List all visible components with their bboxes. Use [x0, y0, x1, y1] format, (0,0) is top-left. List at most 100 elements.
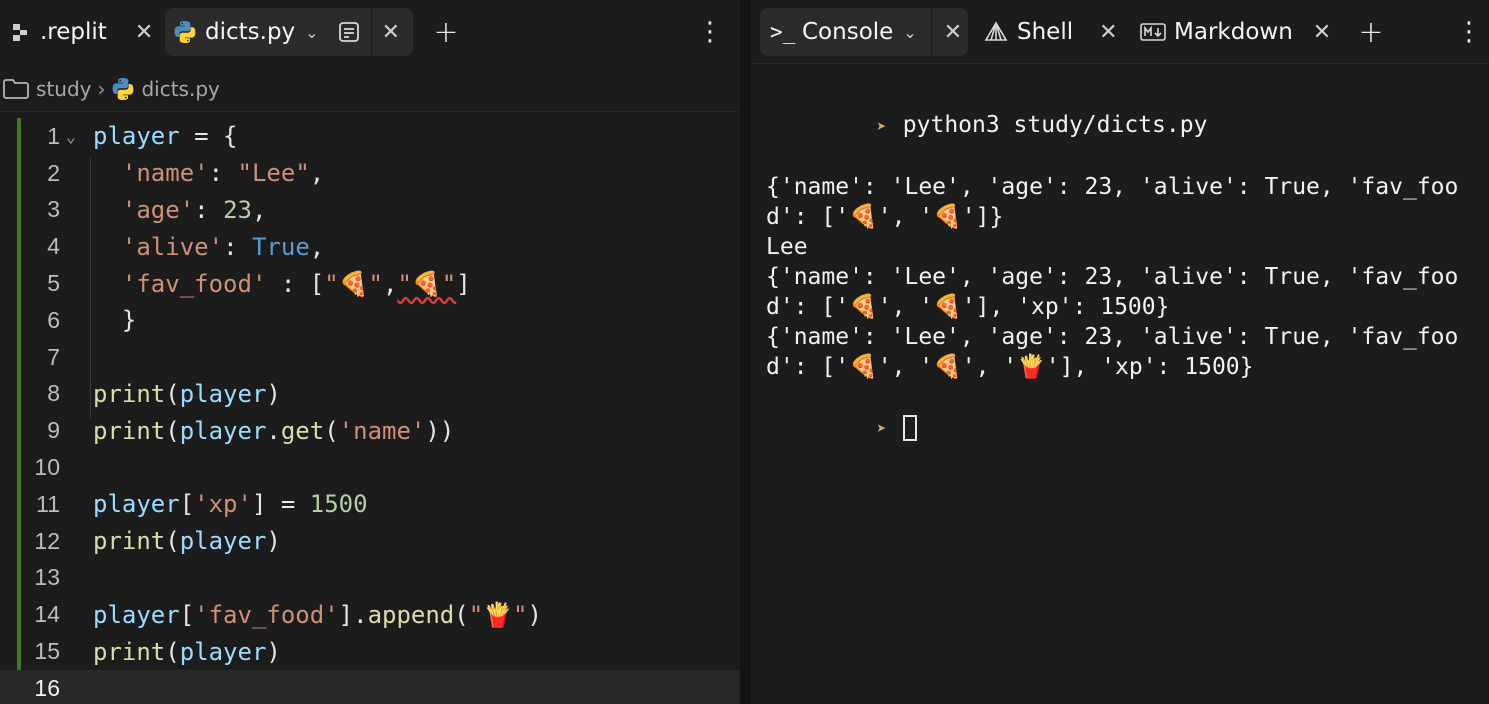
code-token: 'alive' — [121, 232, 224, 261]
code-line[interactable]: 11 player['xp'] = 1500 — [0, 486, 740, 523]
code-token: [ — [179, 490, 195, 519]
code-line[interactable]: 10 — [0, 449, 740, 486]
code-text: } — [93, 306, 136, 334]
code-token: get — [280, 416, 325, 445]
code-text: 'fav_food' : ["🍕","🍕"] — [93, 270, 471, 298]
breadcrumb-folder[interactable]: study — [36, 77, 91, 101]
line-number: 7 — [47, 343, 60, 370]
console-output-line: d': ['🍕', '🍕', '🍟'], 'xp': 1500} — [766, 354, 1254, 380]
code-line[interactable]: 12 print(player) — [0, 523, 740, 560]
close-icon[interactable]: ✕ — [1099, 20, 1117, 45]
console-output-lines: {'name': 'Lee', 'age': 23, 'alive': True… — [766, 172, 1471, 382]
line-number: 6 — [47, 306, 60, 333]
code-editor[interactable]: 1 ⌄ player = {2 'name': "Lee", 3 'age': 23,… — [0, 118, 740, 704]
tab-dicts-py[interactable]: dicts.py ⌄ ✕ — [165, 8, 413, 56]
code-line[interactable]: 15 print(player) — [0, 633, 740, 670]
code-line[interactable]: 1 ⌄ player = { — [0, 118, 740, 155]
code-token: ] = — [251, 490, 310, 519]
code-token: ) — [266, 527, 281, 556]
tab-label: Shell — [1017, 19, 1074, 45]
code-token: , — [382, 269, 398, 298]
chevron-down-icon[interactable]: ⌄ — [305, 23, 318, 42]
code-text: player['xp'] = 1500 — [93, 490, 368, 518]
tab-label: .replit — [40, 19, 107, 45]
text-cursor — [902, 414, 917, 441]
code-token: , — [309, 159, 325, 188]
code-line[interactable]: 2 'name': "Lee", — [0, 155, 740, 192]
tab-label: Console — [802, 19, 894, 45]
console-output-line: {'name': 'Lee', 'age': 23, 'alive': True… — [766, 174, 1459, 200]
code-token: } — [93, 306, 137, 335]
more-options-icon[interactable]: ⋮ — [696, 16, 724, 48]
more-options-icon[interactable]: ⋮ — [1455, 16, 1483, 48]
code-line[interactable]: 4 'alive': True, — [0, 228, 740, 265]
code-token: print — [93, 416, 166, 445]
folder-icon — [2, 77, 30, 101]
python-icon — [173, 20, 205, 44]
line-number: 13 — [34, 564, 60, 591]
code-token: 23 — [223, 195, 252, 224]
code-token: ( — [165, 416, 180, 445]
code-token: "🍕" — [324, 269, 383, 298]
code-line[interactable]: 14 player['fav_food'].append("🍟") — [0, 596, 740, 633]
code-token: ( — [165, 637, 180, 666]
line-number: 9 — [47, 417, 60, 444]
tab-separator — [370, 8, 372, 56]
tab-console[interactable]: >_ Console ⌄ ✕ — [760, 8, 968, 56]
code-token: player — [179, 527, 267, 556]
code-token: [ — [179, 600, 195, 629]
code-token: 'fav_food' — [121, 269, 267, 298]
code-line[interactable]: 6 } — [0, 302, 740, 339]
code-line[interactable]: 7 — [0, 339, 740, 376]
code-text: 'name': "Lee", — [93, 159, 324, 187]
code-token: "🍟" — [468, 600, 528, 629]
line-number: 4 — [47, 233, 60, 260]
line-number: 16 — [34, 674, 60, 701]
code-text: print(player) — [93, 527, 281, 555]
file-options-icon[interactable] — [337, 20, 361, 44]
console-output[interactable]: ➤ python3 study/dicts.py {'name': 'Lee', … — [766, 80, 1471, 474]
close-icon[interactable]: ✕ — [1313, 20, 1331, 45]
tab-shell[interactable]: Shell ✕ — [983, 8, 1123, 56]
console-command: python3 study/dicts.py — [902, 112, 1208, 138]
new-tab-button[interactable]: + — [430, 15, 462, 50]
code-line[interactable]: 9 print(player.get('name')) — [0, 412, 740, 449]
prompt-icon: ➤ — [876, 419, 887, 438]
line-number: 5 — [47, 270, 60, 297]
code-token: "Lee" — [237, 159, 310, 188]
fold-chevron-icon[interactable]: ⌄ — [66, 127, 76, 146]
code-token: , — [309, 232, 325, 261]
tab-markdown[interactable]: Markdown ✕ — [1140, 8, 1340, 56]
code-token: 'name' — [121, 159, 209, 188]
line-number: 15 — [34, 638, 60, 665]
tab-replit[interactable]: .replit ✕ — [6, 8, 156, 56]
console-output-line: Lee — [766, 234, 808, 260]
terminal-icon: >_ — [770, 20, 796, 44]
close-icon[interactable]: ✕ — [944, 20, 962, 45]
code-token: 'xp' — [194, 490, 252, 519]
line-number: 8 — [47, 380, 60, 407]
code-text: print(player) — [93, 380, 281, 408]
code-line[interactable]: 16 — [0, 670, 740, 704]
code-line[interactable]: 8 print(player) — [0, 376, 740, 413]
code-token: : [ — [266, 269, 325, 298]
python-icon — [111, 77, 135, 101]
close-icon[interactable]: ✕ — [135, 20, 153, 45]
pane-divider[interactable] — [740, 0, 751, 704]
code-line[interactable]: 13 — [0, 560, 740, 597]
code-line[interactable]: 3 'age': 23, — [0, 192, 740, 229]
console-input-line[interactable]: ➤ — [766, 382, 1471, 474]
code-token: append — [367, 600, 455, 629]
markdown-icon — [1140, 22, 1166, 42]
console-command-line: ➤ python3 study/dicts.py — [766, 80, 1471, 172]
breadcrumb-file[interactable]: dicts.py — [141, 77, 219, 101]
close-icon[interactable]: ✕ — [382, 20, 400, 45]
chevron-down-icon[interactable]: ⌄ — [903, 23, 916, 42]
new-tab-button[interactable]: + — [1355, 15, 1387, 50]
code-line[interactable]: 5 'fav_food' : ["🍕","🍕"] — [0, 265, 740, 302]
line-number: 10 — [34, 454, 60, 481]
code-token: player — [179, 416, 267, 445]
